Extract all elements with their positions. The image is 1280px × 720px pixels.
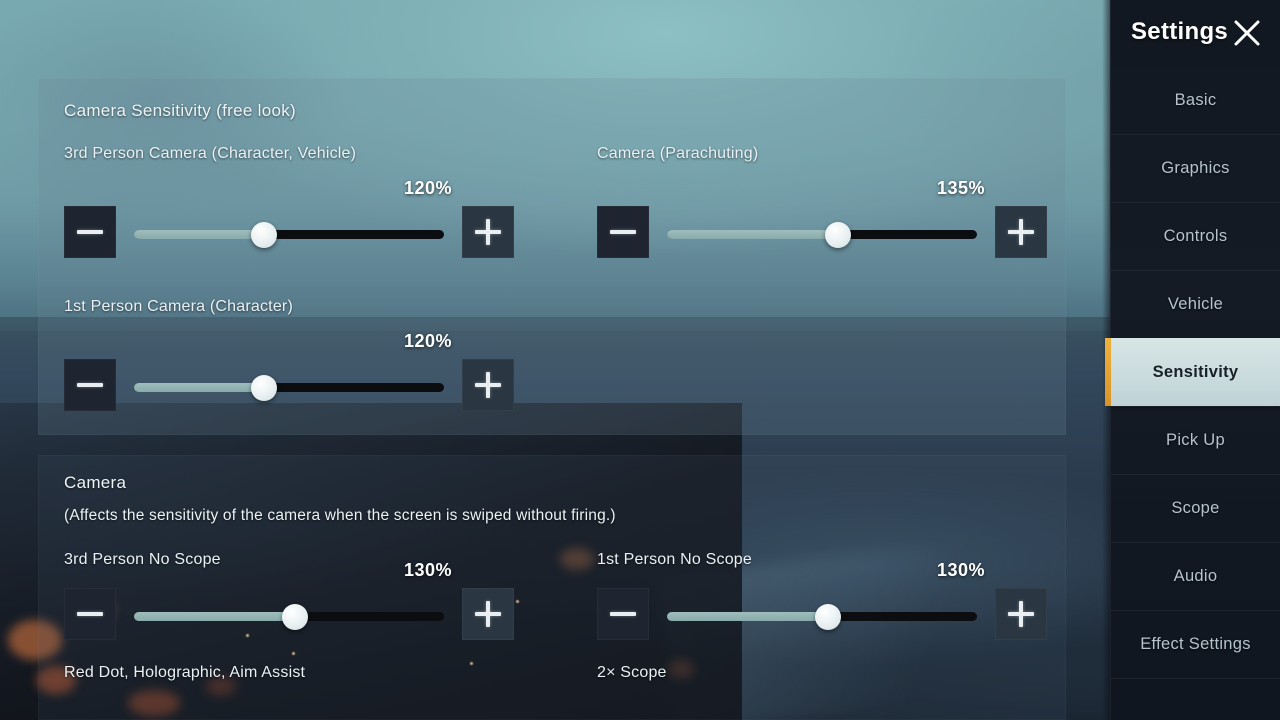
row-label-3rd-person-no-scope: 3rd Person No Scope (64, 551, 221, 568)
slider-control-1st-person-no-scope: 130% (597, 560, 1047, 640)
slider-value-1st-person-no-scope: 130% (936, 560, 985, 580)
plus-icon (1008, 219, 1034, 245)
slider-control-1st-person-camera: 120% (64, 331, 514, 411)
increase-button-camera-parachuting[interactable] (995, 206, 1047, 258)
row-label-red-dot-holographic-aim-assist: Red Dot, Holographic, Aim Assist (64, 664, 306, 681)
slider-fill (667, 230, 838, 239)
sidebar-header: Settings (1111, 0, 1280, 66)
slider-track-camera-parachuting[interactable] (667, 221, 977, 248)
sidebar-item-graphics[interactable]: Graphics (1111, 134, 1280, 202)
camera-section-title: Camera (64, 473, 127, 492)
sidebar-item-label: Effect Settings (1140, 635, 1251, 653)
slider-value-1st-person-camera: 120% (403, 331, 452, 351)
minus-icon (610, 230, 636, 234)
decrease-button-camera-parachuting[interactable] (597, 206, 649, 258)
slider-thumb[interactable] (815, 603, 842, 630)
plus-icon (475, 219, 501, 245)
sidebar-item-label: Audio (1173, 567, 1218, 585)
increase-button-1st-person-no-scope[interactable] (995, 588, 1047, 640)
settings-title: Settings (1131, 18, 1229, 45)
minus-icon (77, 230, 103, 234)
sidebar-item-vehicle[interactable]: Vehicle (1111, 270, 1280, 338)
decrease-button-3rd-person-no-scope[interactable] (64, 588, 116, 640)
sidebar-item-label: Controls (1163, 227, 1228, 245)
plus-icon (475, 601, 501, 627)
slider-control-3rd-person-camera: 120% (64, 178, 514, 258)
minus-icon (77, 612, 103, 616)
row-label-3rd-person-camera: 3rd Person Camera (Character, Vehicle) (64, 145, 357, 162)
slider-value-3rd-person-no-scope: 130% (403, 560, 452, 580)
settings-content: Camera Sensitivity (free look) 3rd Perso… (0, 0, 1092, 720)
decrease-button-1st-person-camera[interactable] (64, 359, 116, 411)
sidebar-item-controls[interactable]: Controls (1111, 202, 1280, 270)
sidebar-item-basic[interactable]: Basic (1111, 66, 1280, 134)
slider-track-3rd-person-camera[interactable] (134, 221, 444, 248)
slider-thumb[interactable] (251, 374, 278, 401)
minus-icon (77, 383, 103, 387)
slider-fill (134, 230, 265, 239)
settings-sidebar: Settings Basic Graphics Controls Vehicle… (1105, 0, 1280, 720)
row-label-1st-person-camera: 1st Person Camera (Character) (64, 298, 293, 315)
row-label-1st-person-no-scope: 1st Person No Scope (597, 551, 752, 568)
sidebar-item-audio[interactable]: Audio (1111, 542, 1280, 610)
slider-thumb[interactable] (824, 221, 851, 248)
close-icon (1234, 20, 1260, 46)
close-button[interactable] (1224, 10, 1270, 56)
slider-track-3rd-person-no-scope[interactable] (134, 603, 444, 630)
minus-icon (610, 612, 636, 616)
slider-value-camera-parachuting: 135% (936, 178, 985, 198)
sidebar-item-label: Pick Up (1166, 431, 1225, 449)
slider-track-1st-person-camera[interactable] (134, 374, 444, 401)
slider-thumb[interactable] (282, 603, 309, 630)
sidebar-item-pick-up[interactable]: Pick Up (1111, 406, 1280, 474)
decrease-button-3rd-person-camera[interactable] (64, 206, 116, 258)
slider-control-camera-parachuting: 135% (597, 178, 1047, 258)
slider-fill (134, 383, 265, 392)
slider-track-1st-person-no-scope[interactable] (667, 603, 977, 630)
row-label-camera-parachuting: Camera (Parachuting) (597, 145, 759, 162)
sidebar-item-label: Vehicle (1167, 295, 1224, 313)
sidebar-item-label: Graphics (1161, 159, 1230, 177)
camera-sensitivity-title: Camera Sensitivity (free look) (64, 101, 296, 120)
plus-icon (1008, 601, 1034, 627)
increase-button-1st-person-camera[interactable] (462, 359, 514, 411)
sidebar-item-label: Sensitivity (1152, 362, 1239, 381)
increase-button-3rd-person-no-scope[interactable] (462, 588, 514, 640)
decrease-button-1st-person-no-scope[interactable] (597, 588, 649, 640)
sidebar-item-sensitivity[interactable]: Sensitivity (1105, 338, 1280, 406)
slider-fill (667, 612, 829, 621)
sidebar-divider (1111, 678, 1280, 718)
slider-value-3rd-person-camera: 120% (403, 178, 452, 198)
sidebar-item-effect-settings[interactable]: Effect Settings (1111, 610, 1280, 678)
sidebar-item-label: Basic (1174, 90, 1217, 109)
slider-thumb[interactable] (251, 221, 278, 248)
plus-icon (475, 372, 501, 398)
camera-section-note: (Affects the sensitivity of the camera w… (64, 507, 616, 524)
slider-control-3rd-person-no-scope: 130% (64, 560, 514, 640)
increase-button-3rd-person-camera[interactable] (462, 206, 514, 258)
slider-fill (134, 612, 296, 621)
sidebar-item-scope[interactable]: Scope (1111, 474, 1280, 542)
row-label-2x-scope: 2× Scope (597, 664, 667, 681)
sidebar-item-label: Scope (1171, 499, 1220, 517)
